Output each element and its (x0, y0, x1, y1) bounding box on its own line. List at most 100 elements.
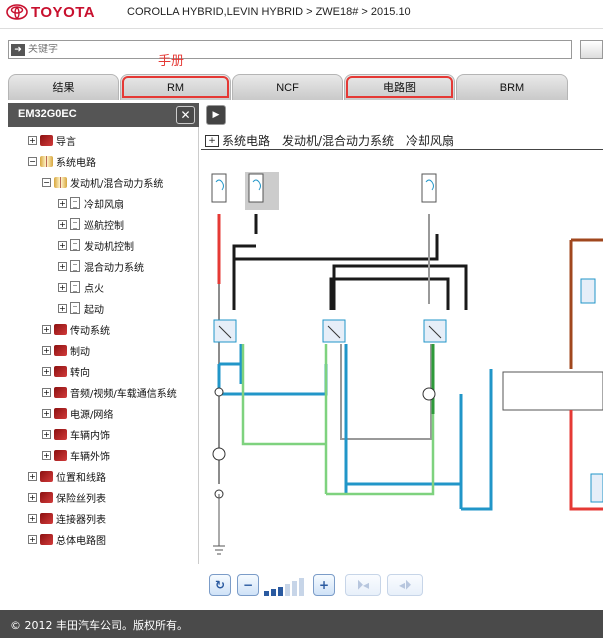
fuse-1 (211, 173, 227, 203)
tree-item[interactable]: − 系统电路 (28, 153, 96, 169)
tree-item[interactable]: + 车辆外饰 (42, 447, 110, 463)
refresh-icon[interactable]: ↻ (209, 574, 231, 596)
tab-rm[interactable]: RM (120, 74, 231, 100)
book-closed-icon (54, 407, 67, 419)
ground-symbol (213, 494, 225, 555)
app-root: TOYOTA COROLLA HYBRID,LEVIN HYBRID > ZWE… (0, 0, 603, 638)
book-closed-icon (54, 344, 67, 356)
tab-brm[interactable]: BRM (456, 74, 568, 100)
toyota-logo: TOYOTA (6, 2, 95, 22)
tab-bar: 结果 RM NCF 电路图 BRM (8, 74, 603, 100)
logo-text: TOYOTA (31, 3, 96, 21)
tree-item[interactable]: + 发动机控制 (58, 237, 134, 253)
expand-icon[interactable]: + (42, 324, 51, 334)
diagram-title-text: 系统电路 发动机/混合动力系统 冷却风扇 (222, 134, 455, 148)
expand-icon[interactable]: + (58, 198, 67, 208)
relay-3 (423, 319, 447, 343)
tree-item[interactable]: + 导言 (28, 132, 76, 148)
fuse-3 (421, 173, 437, 203)
zoom-level-slider[interactable] (262, 577, 314, 597)
expand-icon[interactable]: + (42, 387, 51, 397)
expand-icon[interactable]: + (58, 261, 67, 271)
header-divider (0, 28, 603, 29)
expand-icon[interactable]: + (58, 219, 67, 229)
tree-item[interactable]: + 电源/网络 (42, 405, 113, 421)
page-icon (70, 281, 80, 293)
page-icon (70, 260, 80, 272)
sidebar-title: EM32G0EC (18, 108, 77, 120)
tree-item[interactable]: + 保险丝列表 (28, 489, 106, 505)
close-icon[interactable]: ✕ (176, 106, 195, 124)
book-closed-icon (40, 533, 53, 545)
header: TOYOTA COROLLA HYBRID,LEVIN HYBRID > ZWE… (0, 0, 603, 26)
zoom-out-icon[interactable]: − (237, 574, 259, 596)
annotation-label: 手册 (158, 54, 185, 69)
tab-results[interactable]: 结果 (8, 74, 119, 100)
book-closed-icon (54, 449, 67, 461)
book-closed-icon (40, 134, 53, 146)
tab-wiring[interactable]: 电路图 (344, 74, 455, 100)
panel-toggle-button[interactable]: ▶ (206, 105, 226, 125)
breadcrumb[interactable]: COROLLA HYBRID,LEVIN HYBRID > ZWE18# > 2… (127, 6, 411, 18)
book-closed-icon (40, 470, 53, 482)
expand-icon[interactable]: + (28, 492, 37, 502)
page-icon (70, 218, 80, 230)
book-closed-icon (54, 323, 67, 335)
expand-icon[interactable]: + (42, 345, 51, 355)
expand-icon[interactable]: + (28, 534, 37, 544)
tree-item[interactable]: + 位置和线路 (28, 468, 106, 484)
tree-item[interactable]: + 车辆内饰 (42, 426, 110, 442)
wiring-diagram[interactable] (201, 154, 603, 564)
fuse-2 (245, 172, 279, 210)
tree-item[interactable]: + 起动 (58, 300, 104, 316)
expand-icon[interactable]: + (42, 408, 51, 418)
expand-box-icon[interactable]: + (205, 134, 219, 147)
expand-icon[interactable]: + (58, 282, 67, 292)
expand-icon[interactable]: + (28, 471, 37, 481)
sidebar-header: EM32G0EC ✕ (8, 103, 199, 127)
collapse-icon[interactable]: − (28, 156, 37, 166)
tree-item[interactable]: + 传动系统 (42, 321, 110, 337)
expand-icon[interactable]: + (28, 513, 37, 523)
tab-ncf[interactable]: NCF (232, 74, 343, 100)
resistor (580, 278, 596, 304)
tree-item[interactable]: + 总体电路图 (28, 531, 106, 547)
expand-icon[interactable]: + (42, 366, 51, 376)
wiring-diagram-panel: + 系统电路 发动机/混合动力系统 冷却风扇 (201, 127, 603, 564)
tree-item[interactable]: − 发动机/混合动力系统 (42, 174, 163, 190)
tree-item[interactable]: + 转向 (42, 363, 90, 379)
book-closed-icon (54, 386, 67, 398)
toyota-emblem-icon (6, 4, 28, 20)
expand-icon[interactable]: + (58, 240, 67, 250)
expand-icon[interactable]: + (42, 429, 51, 439)
tree-item-selected[interactable]: + 冷却风扇 (58, 195, 124, 211)
tree-item[interactable]: + 点火 (58, 279, 104, 295)
search-input[interactable] (28, 44, 548, 55)
tree-item[interactable]: + 音频/视频/车载通信系统 (42, 384, 177, 400)
book-closed-icon (54, 365, 67, 377)
collapse-icon[interactable]: − (42, 177, 51, 187)
sidebar-tree: + 导言 − 系统电路 − 发动机/混合动力系统 + 冷却风扇 + 巡航控制 + 发动机控制… (8, 127, 199, 564)
ecu-box (502, 371, 603, 411)
next-last-page-icon[interactable]: ◂⏵ (387, 574, 423, 596)
search-button[interactable] (580, 40, 603, 59)
diagram-title: + 系统电路 发动机/混合动力系统 冷却风扇 (205, 132, 454, 149)
page-icon (70, 239, 80, 251)
tree-item[interactable]: + 巡航控制 (58, 216, 124, 232)
page-icon (70, 197, 80, 209)
fan-motor-2 (422, 387, 436, 401)
tree-item[interactable]: + 混合动力系统 (58, 258, 144, 274)
first-prev-page-icon[interactable]: ⏵◂ (345, 574, 381, 596)
expand-icon[interactable]: + (58, 303, 67, 313)
diagram-toolbar: ↻ − + ⏵◂ ◂⏵ (201, 571, 603, 601)
expand-icon[interactable]: + (28, 135, 37, 145)
zoom-in-icon[interactable]: + (313, 574, 335, 596)
expand-icon[interactable]: + (42, 450, 51, 460)
tree-item[interactable]: + 制动 (42, 342, 90, 358)
relay-2 (322, 319, 346, 343)
search-arrow-icon[interactable]: ➜ (11, 43, 25, 56)
book-open-icon (54, 176, 67, 188)
tree-item[interactable]: + 连接器列表 (28, 510, 106, 526)
book-open-icon (40, 155, 53, 167)
sensor (590, 473, 603, 503)
